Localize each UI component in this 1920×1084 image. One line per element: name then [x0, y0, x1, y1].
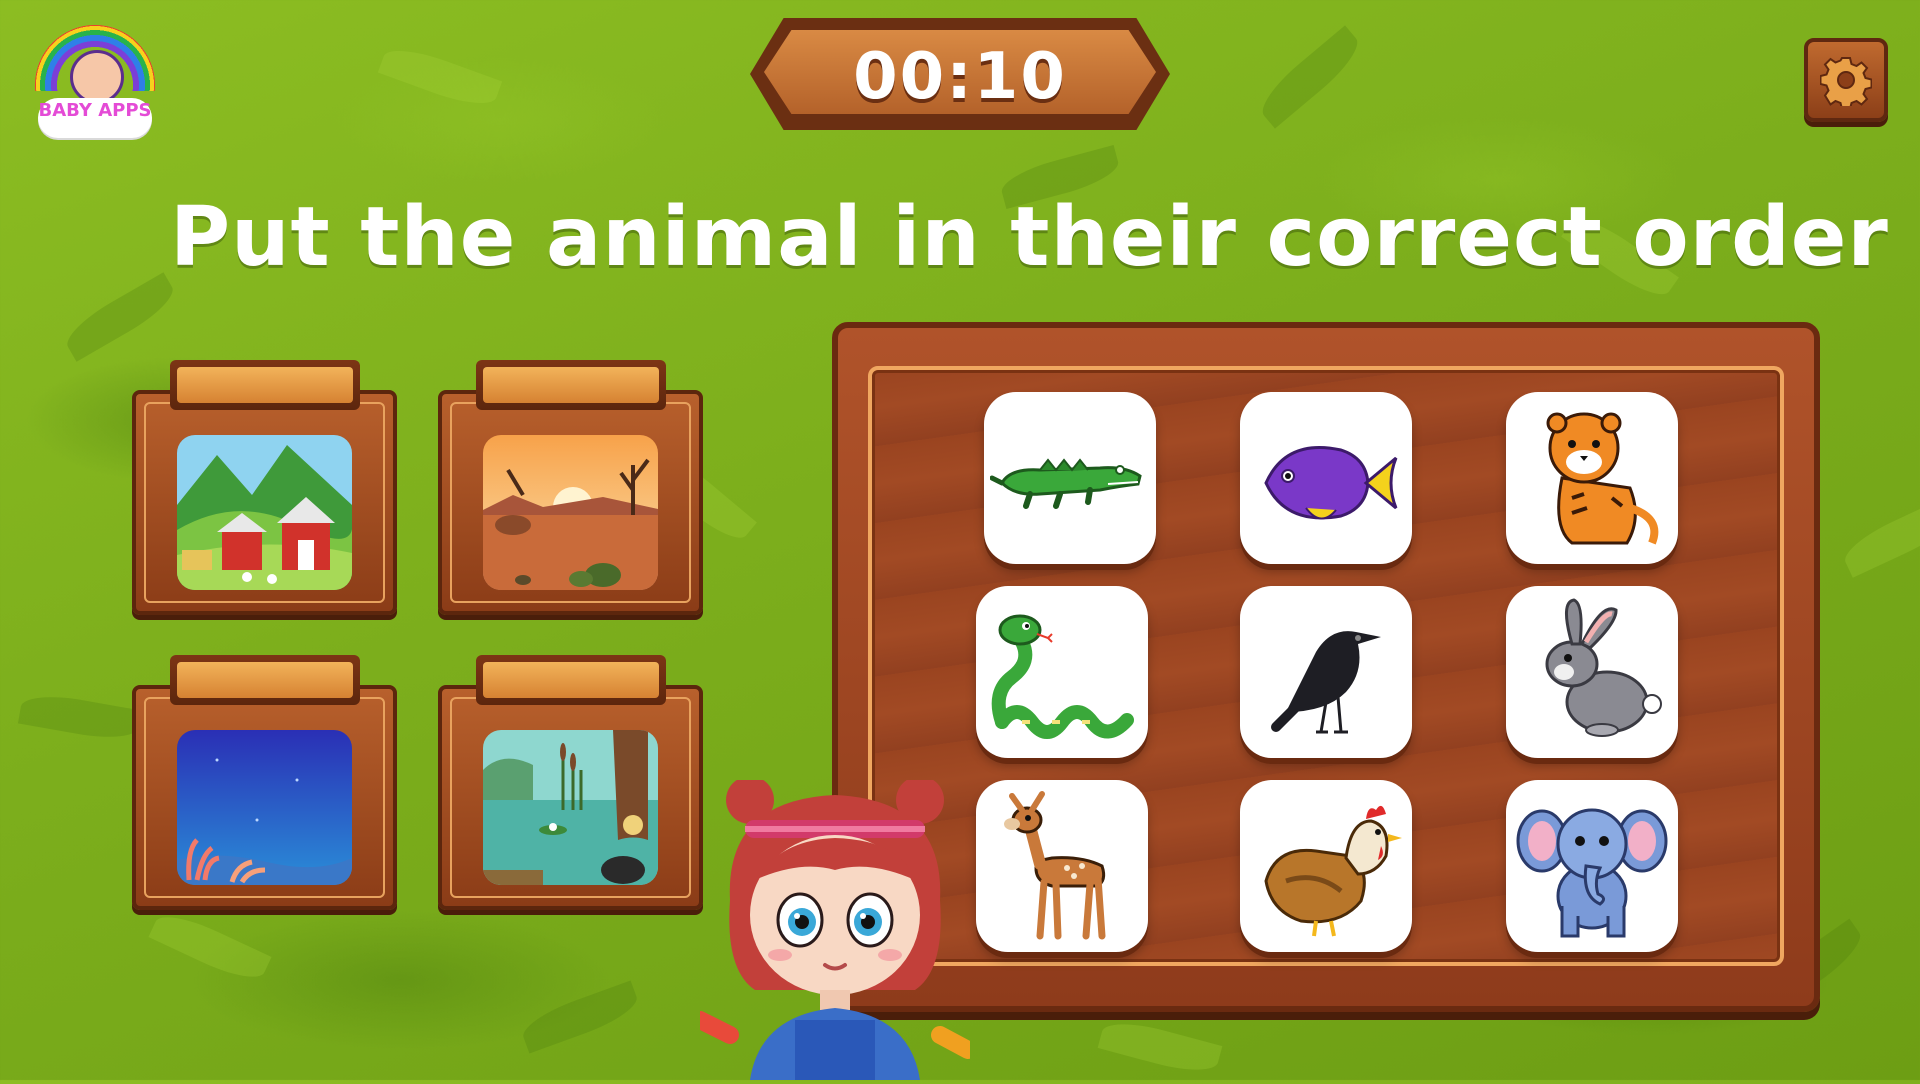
deer-icon — [1004, 791, 1106, 940]
snake-card[interactable] — [976, 586, 1148, 758]
deer-card[interactable] — [976, 780, 1148, 952]
logo-text: BABY APPS — [38, 100, 152, 121]
girl-character — [691, 776, 977, 1080]
habitat-label-slot — [476, 360, 666, 410]
crow-card[interactable] — [1240, 586, 1412, 758]
elephant-icon — [1516, 808, 1668, 938]
snake-icon — [991, 614, 1134, 739]
countdown-timer: 00:10 — [750, 18, 1170, 130]
fish-icon — [1264, 445, 1398, 520]
habitat-label-slot — [476, 655, 666, 705]
habitat-label-slot — [170, 360, 360, 410]
timer-value: 00:10 — [853, 40, 1067, 114]
fish-card[interactable] — [1240, 392, 1412, 564]
crocodile-card[interactable] — [984, 392, 1156, 564]
swamp-habitat[interactable] — [438, 655, 703, 910]
desert-habitat[interactable] — [438, 360, 703, 615]
ocean-habitat[interactable] — [132, 655, 397, 910]
elephant-card[interactable] — [1506, 780, 1678, 952]
logo-character-icon — [70, 50, 124, 104]
rabbit-card[interactable] — [1506, 586, 1678, 758]
desert-scene-icon — [483, 435, 658, 590]
ocean-scene-icon — [177, 730, 352, 885]
swamp-scene-icon — [483, 730, 658, 885]
crocodile-icon — [990, 458, 1142, 509]
tiger-icon — [1546, 412, 1659, 545]
hen-card[interactable] — [1240, 780, 1412, 952]
farm-habitat[interactable] — [132, 360, 397, 615]
gear-icon — [1820, 57, 1872, 106]
rabbit-icon — [1545, 598, 1662, 737]
tiger-card[interactable] — [1506, 392, 1678, 564]
instruction-title: Put the animal in their correct order — [170, 190, 1889, 285]
hen-icon — [1264, 805, 1402, 937]
crow-icon — [1271, 631, 1381, 734]
farm-scene-icon — [177, 435, 352, 590]
baby-apps-logo: BABY APPS — [30, 20, 160, 150]
settings-button[interactable] — [1804, 38, 1888, 122]
habitat-label-slot — [170, 655, 360, 705]
